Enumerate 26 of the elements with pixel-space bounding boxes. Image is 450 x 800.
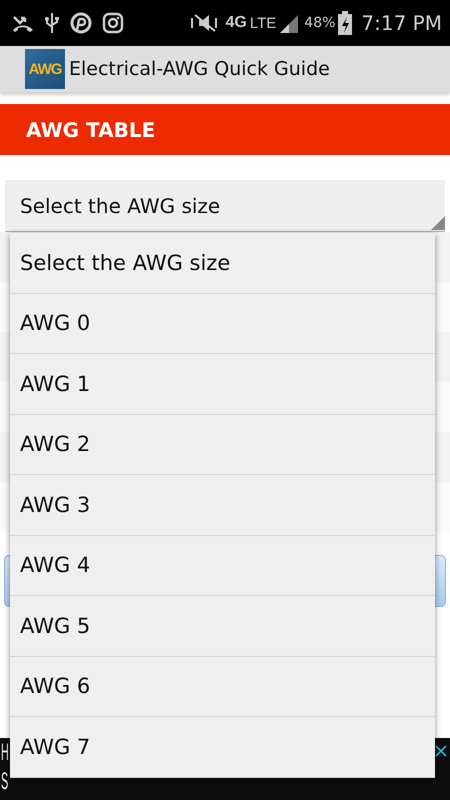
network-type-suffix: LTE [250, 14, 276, 32]
dropdown-corner-icon [431, 216, 445, 230]
camera-icon [102, 12, 124, 34]
dropdown-option[interactable]: AWG 7 [10, 717, 435, 778]
close-icon[interactable] [435, 745, 447, 757]
dropdown-option[interactable]: AWG 0 [10, 294, 435, 354]
dropdown-option[interactable]: AWG 6 [10, 656, 435, 717]
section-title: AWG TABLE [26, 118, 156, 142]
battery-percent: 48% [304, 15, 336, 31]
missed-call-icon [12, 13, 34, 33]
ad-text: H [1, 738, 9, 767]
battery-charging-icon [338, 11, 352, 35]
dropdown-option[interactable]: AWG 1 [10, 354, 435, 414]
mute-vibrate-icon [188, 12, 219, 34]
dropdown-option[interactable]: AWG 4 [10, 536, 435, 596]
dropdown-option[interactable]: AWG 3 [10, 475, 435, 536]
dropdown-option[interactable]: AWG 2 [10, 414, 435, 475]
ad-text: S [1, 767, 8, 796]
app-logo: AWG [25, 49, 65, 89]
network-type: 4G [226, 14, 247, 32]
dropdown-option[interactable]: Select the AWG size [10, 233, 435, 294]
clock: 7:17 PM [361, 11, 442, 35]
usb-icon [44, 12, 60, 34]
size-spinner[interactable]: Select the AWG size [5, 180, 445, 232]
dropdown-option[interactable]: AWG 5 [10, 596, 435, 656]
app-title: Electrical-AWG Quick Guide [69, 58, 330, 80]
